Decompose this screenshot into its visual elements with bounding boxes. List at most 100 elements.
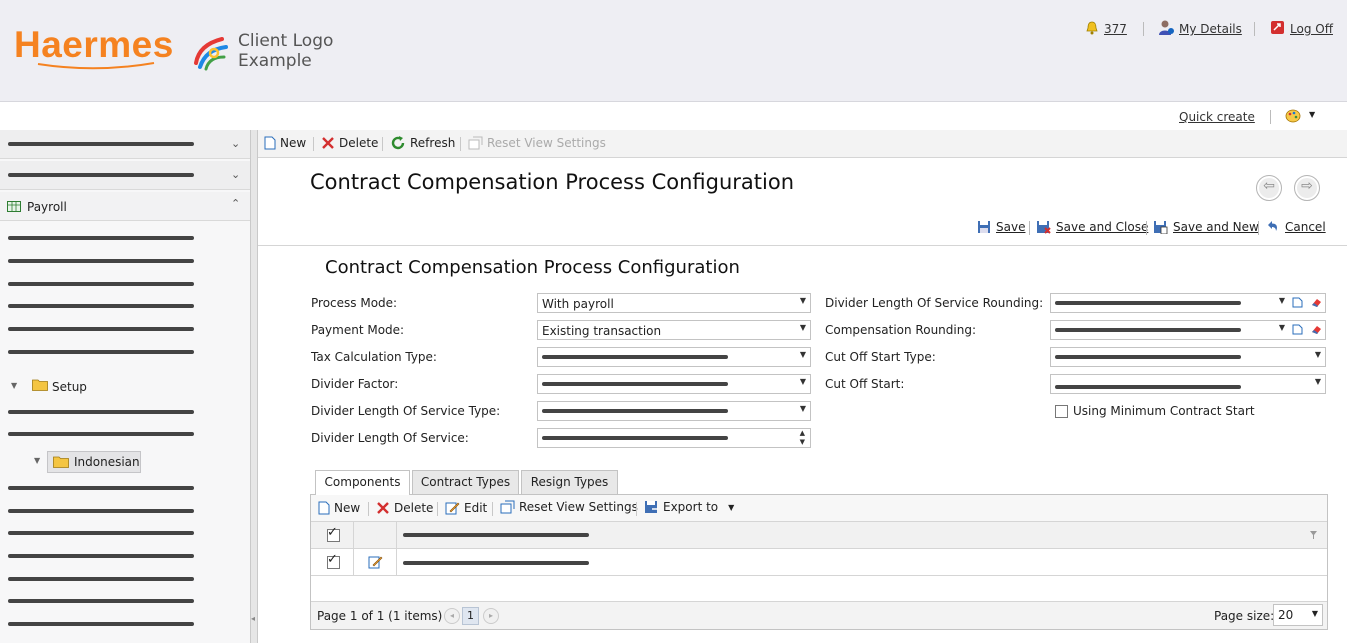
compensation-rounding-label: Compensation Rounding: bbox=[825, 323, 976, 337]
eraser-icon[interactable] bbox=[1311, 297, 1322, 308]
page-size-value: 20 bbox=[1278, 608, 1294, 622]
sidebar-accordion-payroll[interactable]: Payroll ⌃ bbox=[0, 192, 250, 221]
save-button[interactable]: Save bbox=[977, 220, 1025, 234]
user-icon[interactable] bbox=[1158, 19, 1175, 36]
sidebar-item[interactable] bbox=[8, 599, 194, 603]
tree-expand-icon[interactable]: ▼ bbox=[11, 381, 17, 390]
sidebar-splitter[interactable]: ◂ bbox=[251, 130, 258, 643]
eraser-icon[interactable] bbox=[1311, 324, 1322, 335]
sidebar-item[interactable] bbox=[8, 486, 194, 490]
sidebar-item[interactable] bbox=[8, 304, 194, 308]
save-and-close-label: Save and Close bbox=[1056, 220, 1149, 234]
sidebar-item[interactable] bbox=[8, 622, 194, 626]
chevron-down-icon[interactable]: ⌄ bbox=[231, 168, 240, 181]
quick-create-link[interactable]: Quick create bbox=[1179, 110, 1255, 124]
dropdown-arrow-icon[interactable]: ▼ bbox=[800, 350, 806, 359]
cutoff-start-select[interactable]: ▼ bbox=[1050, 374, 1326, 394]
sidebar-item[interactable] bbox=[8, 410, 194, 414]
divider-factor-select[interactable]: ▼ bbox=[537, 374, 811, 394]
process-mode-select[interactable]: With payroll ▼ bbox=[537, 293, 811, 313]
save-and-close-button[interactable]: Save and Close bbox=[1036, 220, 1148, 234]
divider-los-type-select[interactable]: ▼ bbox=[537, 401, 811, 421]
tab-resign-types[interactable]: Resign Types bbox=[521, 470, 618, 494]
edit-pencil-icon[interactable] bbox=[368, 555, 383, 569]
grid-export-to-button[interactable]: Export to ▼ bbox=[644, 500, 734, 514]
refresh-button[interactable]: Refresh bbox=[390, 135, 455, 151]
tab-components[interactable]: Components bbox=[315, 470, 410, 495]
sidebar-item[interactable] bbox=[8, 577, 194, 581]
grid-reset-view-settings-button[interactable]: Reset View Settings bbox=[500, 500, 638, 514]
reset-view-icon bbox=[500, 500, 515, 514]
dropdown-arrow-icon[interactable]: ▼ bbox=[800, 296, 806, 305]
table-row[interactable]: ✓ bbox=[311, 549, 1327, 576]
sidebar-item[interactable] bbox=[8, 327, 194, 331]
collapse-sidebar-icon[interactable]: ◂ bbox=[251, 614, 255, 623]
divider-los-type-label: Divider Length Of Service Type: bbox=[311, 404, 501, 418]
chevron-up-icon[interactable]: ⌃ bbox=[231, 197, 240, 210]
filter-icon[interactable] bbox=[1310, 531, 1317, 539]
log-off-icon[interactable] bbox=[1270, 20, 1285, 35]
pager-current-page[interactable]: 1 bbox=[462, 607, 479, 625]
sidebar-item[interactable] bbox=[8, 432, 194, 436]
sidebar-accordion-header[interactable]: ⌄ bbox=[0, 161, 250, 190]
notifications-count-link[interactable]: 377 bbox=[1104, 22, 1127, 36]
chevron-down-icon[interactable]: ⌄ bbox=[231, 137, 240, 150]
spin-down-icon[interactable]: ▼ bbox=[800, 438, 805, 446]
sidebar-item[interactable] bbox=[8, 236, 194, 240]
dropdown-arrow-icon[interactable]: ▼ bbox=[1315, 350, 1321, 359]
chevron-down-icon[interactable]: ▼ bbox=[728, 503, 734, 512]
redacted-value bbox=[1055, 355, 1241, 359]
grid-delete-button[interactable]: Delete bbox=[376, 501, 433, 515]
tax-calculation-type-select[interactable]: ▼ bbox=[537, 347, 811, 367]
compensation-rounding-select[interactable]: ▼ bbox=[1050, 320, 1326, 340]
sidebar-item[interactable] bbox=[8, 350, 194, 354]
tree-expand-icon[interactable]: ▼ bbox=[34, 456, 40, 465]
divider-los-rounding-select[interactable]: ▼ bbox=[1050, 293, 1326, 313]
theme-palette-icon[interactable] bbox=[1285, 109, 1301, 123]
next-record-button[interactable]: ⇨ bbox=[1294, 175, 1320, 201]
save-and-new-button[interactable]: Save and New bbox=[1153, 220, 1259, 234]
pager-prev-button[interactable]: ◂ bbox=[444, 608, 460, 624]
sidebar-item[interactable] bbox=[8, 554, 194, 558]
divider-los-spinner[interactable]: ▲ ▼ bbox=[537, 428, 811, 448]
save-close-icon bbox=[1037, 221, 1051, 234]
dropdown-arrow-icon[interactable]: ▼ bbox=[800, 404, 806, 413]
new-item-icon[interactable] bbox=[1292, 324, 1303, 335]
dropdown-arrow-icon[interactable]: ▼ bbox=[1315, 377, 1321, 386]
divider-los-label: Divider Length Of Service: bbox=[311, 431, 469, 445]
my-details-link[interactable]: My Details bbox=[1179, 22, 1242, 36]
spin-up-icon[interactable]: ▲ bbox=[800, 429, 805, 437]
sidebar-item[interactable] bbox=[8, 531, 194, 535]
chevron-down-icon[interactable]: ▼ bbox=[1309, 110, 1315, 119]
column-header-redacted[interactable] bbox=[403, 533, 589, 537]
dropdown-arrow-icon[interactable]: ▼ bbox=[1312, 609, 1318, 618]
reset-view-settings-button[interactable]: Reset View Settings bbox=[468, 136, 606, 150]
dropdown-arrow-icon[interactable]: ▼ bbox=[800, 377, 806, 386]
new-button[interactable]: New bbox=[264, 136, 306, 150]
dropdown-arrow-icon[interactable]: ▼ bbox=[1279, 323, 1285, 332]
sidebar-item[interactable] bbox=[8, 259, 194, 263]
payment-mode-select[interactable]: Existing transaction ▼ bbox=[537, 320, 811, 340]
dropdown-arrow-icon[interactable]: ▼ bbox=[800, 323, 806, 332]
page-size-label: Page size: bbox=[1214, 609, 1275, 623]
page-size-select[interactable]: 20 ▼ bbox=[1273, 604, 1323, 626]
grid-new-button[interactable]: New bbox=[318, 501, 360, 515]
tree-node-indonesian[interactable]: Indonesian bbox=[47, 451, 141, 473]
tab-contract-types[interactable]: Contract Types bbox=[412, 470, 519, 494]
dropdown-arrow-icon[interactable]: ▼ bbox=[1279, 296, 1285, 305]
sidebar-accordion-header[interactable]: ⌄ bbox=[0, 130, 250, 159]
delete-button[interactable]: Delete bbox=[321, 136, 378, 150]
using-min-contract-start-checkbox[interactable] bbox=[1055, 405, 1068, 418]
log-off-link[interactable]: Log Off bbox=[1290, 22, 1333, 36]
cancel-button[interactable]: Cancel bbox=[1265, 219, 1326, 234]
tree-setup-label[interactable]: Setup bbox=[52, 380, 87, 394]
previous-record-button[interactable]: ⇦ bbox=[1256, 175, 1282, 201]
page-title: Contract Compensation Process Configurat… bbox=[310, 170, 795, 194]
new-item-icon[interactable] bbox=[1292, 297, 1303, 308]
sidebar-item[interactable] bbox=[8, 509, 194, 513]
grid-edit-button[interactable]: Edit bbox=[445, 501, 487, 515]
bell-icon[interactable] bbox=[1085, 21, 1099, 35]
sidebar-item[interactable] bbox=[8, 282, 194, 286]
pager-next-button[interactable]: ▸ bbox=[483, 608, 499, 624]
cutoff-start-type-select[interactable]: ▼ bbox=[1050, 347, 1326, 367]
